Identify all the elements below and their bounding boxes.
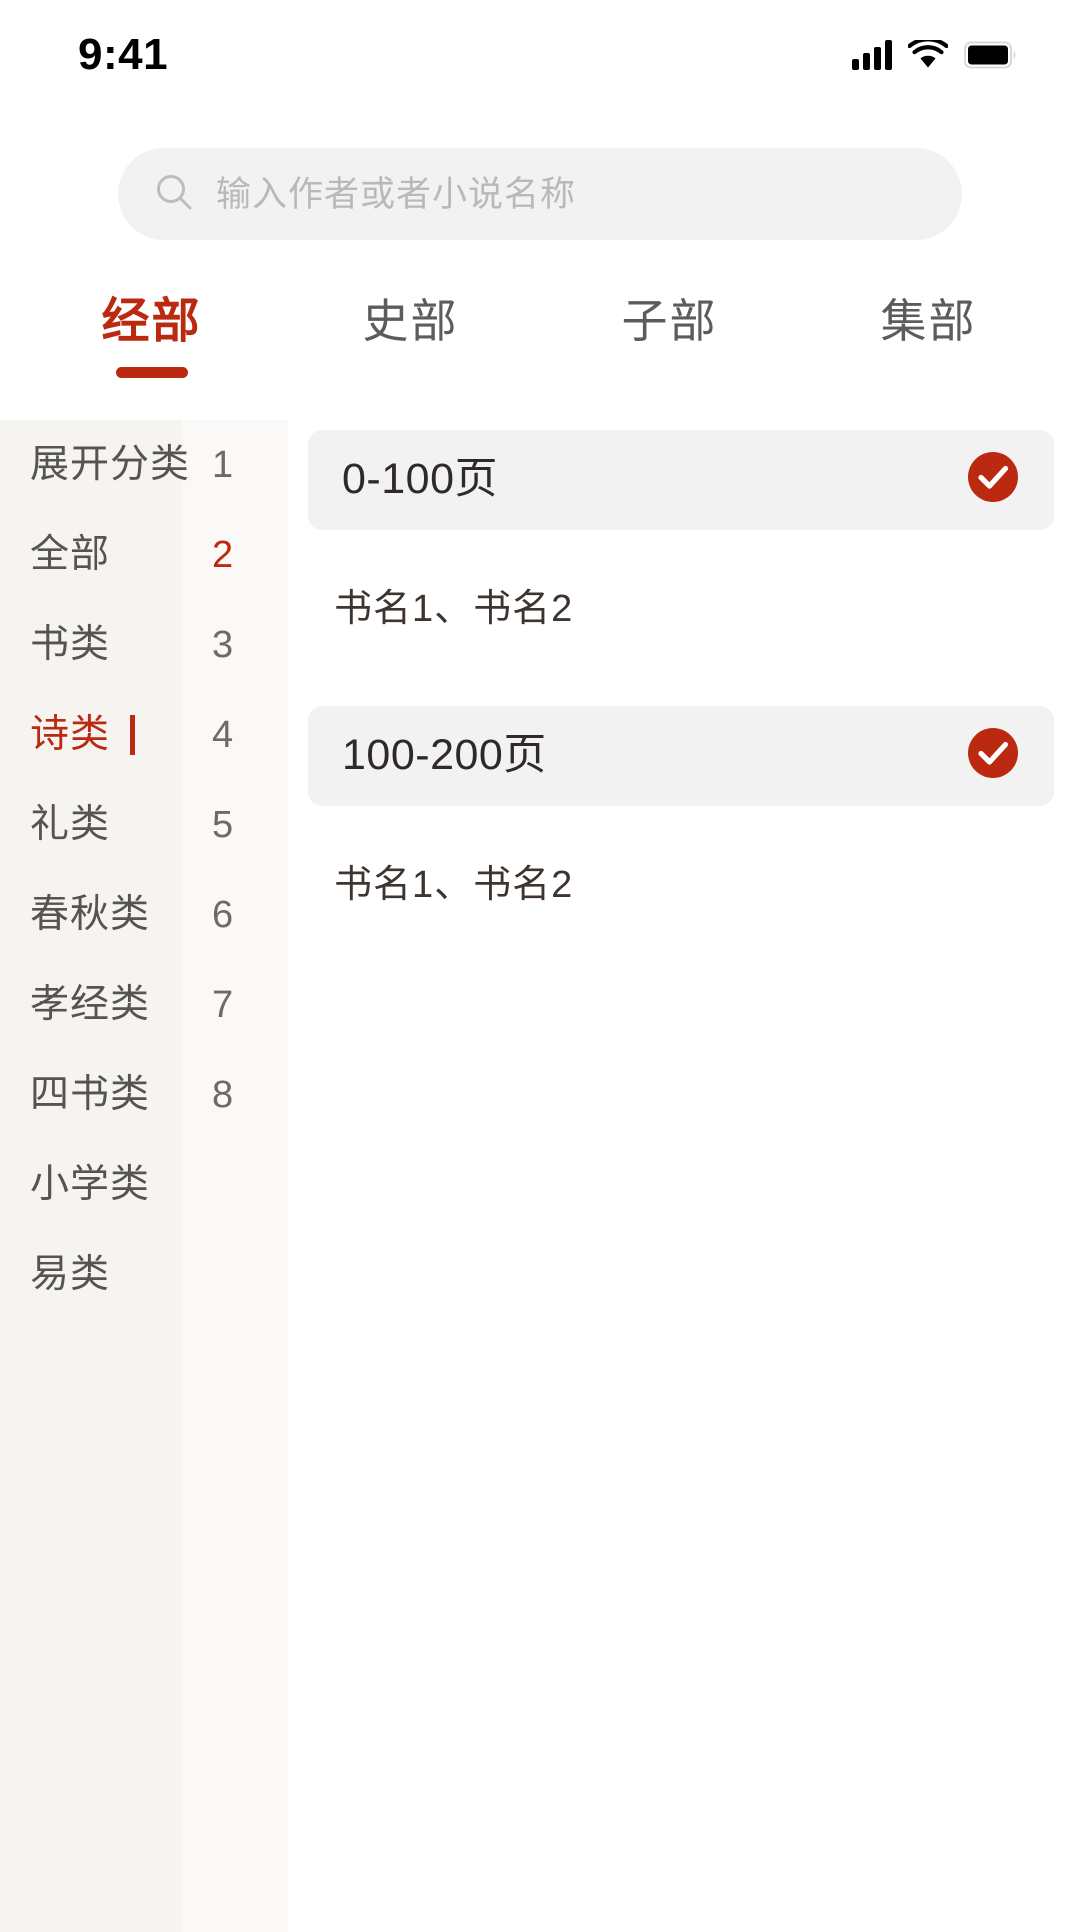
sidebar-number-row: 8 [182, 1050, 288, 1140]
sidebar-number-row [182, 1230, 288, 1320]
tab-zibu-label: 子部 [621, 295, 718, 347]
range-card-books: 书名1、书名2 [334, 863, 574, 906]
sidebar-label-column: 展开分类 全部 书类 诗类 礼类 春秋类 孝经类 四书类 小学类 易类 [0, 419, 189, 1932]
range-card-books: 书名1、书名2 [334, 587, 574, 630]
sidebar-item-number: 6 [212, 893, 234, 936]
battery-full-icon [964, 41, 1018, 69]
sidebar-item-label: 礼类 [30, 803, 111, 847]
sidebar-item-expand[interactable]: 展开分类 [0, 420, 189, 510]
status-bar-time: 9:41 [78, 30, 169, 79]
sidebar-item-yilei[interactable]: 易类 [0, 1230, 182, 1320]
category-tabs: 经部 史部 子部 集部 [0, 292, 1080, 378]
sidebar-item-number: 3 [212, 623, 234, 666]
wifi-icon [908, 40, 948, 70]
sidebar-number-column: 1 2 3 4 5 6 7 8 [182, 419, 288, 1932]
sidebar-item-number: 7 [212, 983, 234, 1026]
sidebar-item-label: 易类 [30, 1253, 111, 1297]
search-icon [154, 172, 216, 217]
sidebar-item-xiaojinglei[interactable]: 孝经类 [0, 960, 182, 1050]
tab-inactive-indicator [893, 365, 965, 376]
sidebar-item-xiaoxuelei[interactable]: 小学类 [0, 1140, 182, 1230]
sidebar-number-row: 2 [182, 510, 288, 600]
tab-jingbu[interactable]: 经部 [22, 292, 281, 378]
sidebar-item-all[interactable]: 全部 [0, 510, 182, 600]
sidebar-item-shilei[interactable]: 诗类 [0, 690, 182, 780]
sidebar-item-label: 小学类 [30, 1163, 151, 1207]
sidebar-item-label: 诗类 [30, 713, 111, 757]
tab-jibu[interactable]: 集部 [799, 292, 1058, 378]
sidebar-item-shulei[interactable]: 书类 [0, 600, 182, 690]
check-circle-icon[interactable] [966, 450, 1020, 509]
tab-active-indicator [115, 366, 188, 378]
sidebar-item-number: 4 [212, 713, 234, 756]
sidebar-number-row: 7 [182, 960, 288, 1050]
tab-inactive-indicator [634, 365, 706, 376]
sidebar-number-row: 1 [182, 420, 288, 510]
search-input[interactable]: 输入作者或者小说名称 [118, 148, 962, 240]
sidebar-number-row: 4 [182, 690, 288, 780]
status-bar-icons [852, 40, 1018, 70]
sidebar-number-row: 3 [182, 600, 288, 690]
sidebar-item-label: 全部 [30, 533, 111, 577]
range-card-100-200[interactable]: 100-200页 [308, 705, 1054, 806]
sidebar-item-number: 2 [212, 533, 234, 576]
sidebar-item-chunqiulei[interactable]: 春秋类 [0, 870, 182, 960]
sidebar-item-number: 1 [212, 443, 234, 486]
search-placeholder: 输入作者或者小说名称 [216, 174, 577, 214]
tab-shibu[interactable]: 史部 [281, 292, 540, 378]
signal-bars-icon [852, 40, 892, 70]
tab-shibu-label: 史部 [362, 295, 459, 347]
sidebar-number-row: 6 [182, 870, 288, 960]
selected-marker-icon [130, 714, 136, 755]
range-card-0-100[interactable]: 0-100页 [308, 429, 1054, 530]
tab-zibu[interactable]: 子部 [540, 292, 799, 378]
sidebar-item-number: 8 [212, 1073, 234, 1116]
sidebar-item-label: 春秋类 [30, 893, 151, 937]
page-range-panel: 0-100页 书名1、书名2 100-200页 书名1、书名2 [288, 419, 1080, 1932]
tab-jibu-label: 集部 [880, 295, 977, 347]
sidebar-number-row [182, 1140, 288, 1230]
range-card-title: 100-200页 [342, 731, 547, 780]
sidebar-number-row: 5 [182, 780, 288, 870]
check-circle-icon[interactable] [966, 726, 1020, 785]
sidebar-item-label: 展开分类 [30, 443, 191, 487]
status-bar: 9:41 [0, 0, 1080, 110]
tab-jingbu-label: 经部 [101, 295, 202, 348]
sidebar-item-number: 5 [212, 803, 234, 846]
sidebar-item-label: 书类 [30, 623, 111, 667]
content-area: 展开分类 全部 书类 诗类 礼类 春秋类 孝经类 四书类 小学类 易类 1 2 … [0, 419, 1080, 1932]
sidebar-item-lilei[interactable]: 礼类 [0, 780, 182, 870]
sidebar-item-label: 四书类 [30, 1073, 151, 1117]
tab-inactive-indicator [375, 365, 447, 376]
sidebar-item-sishulei[interactable]: 四书类 [0, 1050, 182, 1140]
category-sidebar: 展开分类 全部 书类 诗类 礼类 春秋类 孝经类 四书类 小学类 易类 1 2 … [0, 419, 288, 1932]
search-section: 输入作者或者小说名称 [0, 110, 1080, 240]
sidebar-item-label: 孝经类 [30, 983, 151, 1027]
range-card-title: 0-100页 [342, 455, 498, 504]
